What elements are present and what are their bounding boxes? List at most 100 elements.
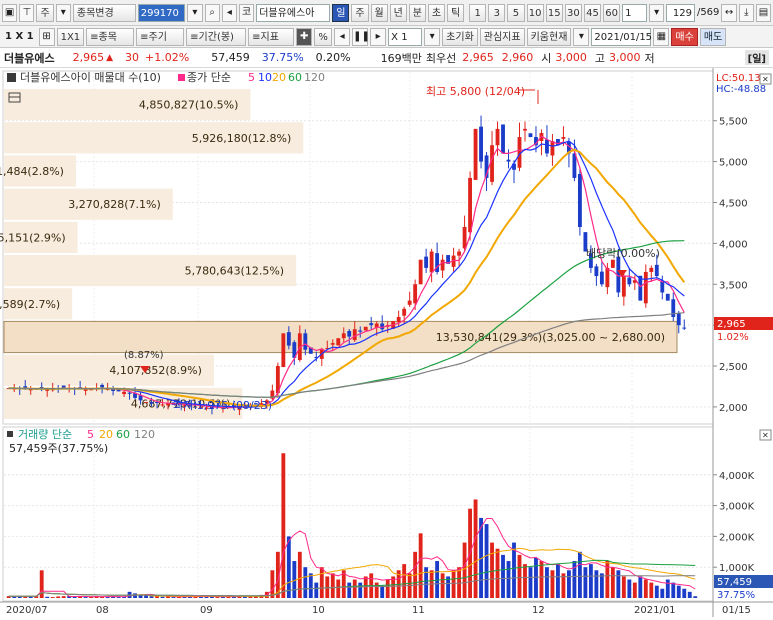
candle-body [429, 251, 434, 273]
sell-button[interactable]: 매도 [699, 27, 727, 46]
stock-code-input[interactable]: 299170 [137, 3, 186, 22]
prev-icon[interactable]: ◂ [334, 27, 351, 46]
cycle-menu-button[interactable]: ≡주기 [136, 27, 185, 46]
price-tick-label: 3,500 [719, 280, 748, 291]
dropdown-icon[interactable]: ▾ [55, 3, 71, 22]
zoom-dropdown-icon[interactable]: ▾ [424, 27, 441, 46]
volume-bar [616, 570, 621, 598]
export-icon[interactable]: ⤓ [738, 3, 754, 22]
x-tick-label: 10 [312, 605, 325, 616]
period-tick[interactable]: 틱 [447, 3, 465, 22]
period-year[interactable]: 년 [389, 3, 407, 22]
candle-body [303, 333, 308, 350]
stock-name-field: 더블유에스아 [256, 3, 331, 22]
zoom-select[interactable]: X 1 [388, 27, 423, 46]
profile-label: 1,301,484(2.8%) [0, 165, 64, 178]
up-arrow-icon: ▲ [106, 52, 114, 63]
candle-body [654, 264, 659, 277]
layout-icon[interactable]: ▣ [2, 3, 18, 22]
volume-bar [45, 596, 50, 598]
interval-15[interactable]: 15 [545, 3, 563, 22]
reset-button[interactable]: 초기화 [442, 27, 478, 46]
legend-close-swatch [178, 74, 185, 81]
indicator-menu-button[interactable]: ≡지표 [248, 27, 295, 46]
crosshair-icon[interactable]: ✚ [296, 27, 313, 46]
interval-3[interactable]: 3 [488, 3, 506, 22]
volume-bar [385, 579, 390, 598]
pin-icon[interactable]: ⊤ [19, 3, 35, 22]
count-dropdown-icon[interactable]: ▾ [649, 3, 665, 22]
count-select[interactable]: 1 [622, 3, 648, 22]
candle-body [352, 329, 357, 341]
buy-button[interactable]: 매수 [671, 27, 698, 46]
1x1-button[interactable]: 1X1 [56, 27, 85, 46]
week-select[interactable]: 주 [36, 3, 54, 22]
speaker-icon[interactable]: ◂ [221, 3, 237, 22]
volume-bar [654, 585, 659, 598]
interval-5[interactable]: 5 [507, 3, 525, 22]
date-input[interactable]: 2021/01/15 [591, 27, 652, 46]
interval-30[interactable]: 30 [564, 3, 582, 22]
sync-icon[interactable]: ↔ [721, 3, 737, 22]
volume-bar [660, 588, 665, 598]
volume-tick-label: 3,000K [719, 502, 755, 513]
volume-bar [440, 573, 445, 598]
period-month[interactable]: 월 [370, 3, 388, 22]
period-second[interactable]: 초 [427, 3, 446, 22]
bar-count-input[interactable]: 129 [666, 3, 695, 22]
interval-1[interactable]: 1 [469, 3, 487, 22]
vlegend-ma20: 20 [99, 428, 113, 441]
volume-bar [523, 564, 527, 598]
grid-icon[interactable]: ⊞ [38, 27, 55, 46]
candle-body [61, 385, 66, 388]
kiwoom-dropdown-icon[interactable]: ▾ [573, 27, 590, 46]
pause-icon[interactable]: ❚❚ [352, 27, 370, 46]
candle-body [149, 402, 154, 404]
pane-collapse-icon[interactable] [7, 73, 16, 82]
candle-body [550, 141, 555, 156]
print-icon[interactable]: ▤ [755, 3, 772, 22]
period-day[interactable]: 일 [332, 3, 350, 22]
favorite-indicator-button[interactable]: 관심지표 [479, 27, 525, 46]
quote-volume: 57,459 [211, 51, 250, 64]
candle-body [418, 259, 423, 285]
volume-bar [577, 551, 582, 598]
volume-bar [484, 524, 489, 598]
period-week[interactable]: 주 [351, 3, 369, 22]
period-minute[interactable]: 분 [408, 3, 426, 22]
volume-bar [517, 554, 522, 598]
volume-bar [539, 561, 544, 598]
search-icon[interactable]: ⌕ [204, 3, 220, 22]
percent-button[interactable]: % [314, 27, 333, 46]
period-menu-button[interactable]: ≡기간(봉) [186, 27, 247, 46]
profile-label: 3,270,828(7.1%) [68, 198, 161, 211]
quote-bid: 2,960 [501, 51, 534, 64]
stock-menu-button[interactable]: ≡종목 [86, 27, 135, 46]
volume-bar [347, 582, 352, 598]
volume-pane-icon[interactable] [7, 431, 13, 437]
volume-current-pct: 37.75% [717, 590, 755, 601]
volume-bar [215, 597, 220, 598]
volume-bar [358, 582, 363, 598]
vlegend-ma60: 60 [116, 428, 130, 441]
candle-body [286, 332, 291, 346]
interval-10[interactable]: 10 [526, 3, 544, 22]
volume-bar [638, 576, 643, 598]
calendar-icon[interactable]: ▦ [653, 27, 670, 46]
period-tab[interactable]: [일] [744, 50, 769, 65]
interval-45[interactable]: 45 [583, 3, 602, 22]
code-dropdown-icon[interactable]: ▾ [187, 3, 203, 22]
candle-body [523, 128, 527, 131]
current-pct-label: 1.02% [717, 332, 749, 343]
next-icon[interactable]: ▸ [370, 27, 387, 46]
candle-body [330, 343, 335, 345]
quote-low-label: 저 [644, 51, 655, 65]
volume-bar [330, 573, 335, 598]
current-price-label: 2,965 [717, 319, 746, 330]
market-icon[interactable]: 코 [239, 3, 255, 22]
kiwoom-current-button[interactable]: 키움현재 [526, 27, 572, 46]
change-stock-button[interactable]: 종목변경 [72, 3, 136, 22]
volume-bar [418, 533, 423, 598]
interval-60[interactable]: 60 [603, 3, 621, 22]
candle-body [495, 128, 500, 146]
